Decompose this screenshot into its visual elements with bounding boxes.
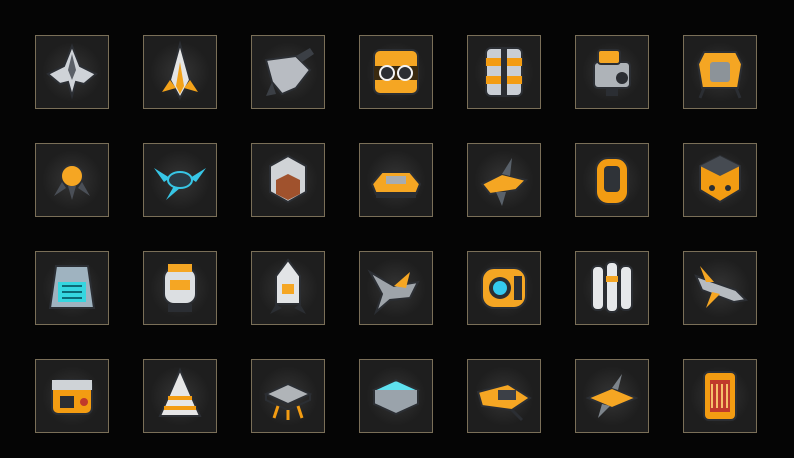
white-orange-interceptor-icon xyxy=(150,40,210,102)
inventory-slot[interactable] xyxy=(683,35,757,109)
orange-transport-ship-icon xyxy=(474,366,534,426)
orange-generator-icon xyxy=(42,366,102,426)
cyan-reactor-icon xyxy=(42,258,102,318)
inventory-slot[interactable] xyxy=(35,359,109,433)
inventory-slot[interactable] xyxy=(467,359,541,433)
inventory-slot[interactable] xyxy=(359,35,433,109)
inventory-slot[interactable] xyxy=(359,143,433,217)
white-pyramid-bunker-icon xyxy=(150,366,210,426)
orange-small-drone-icon xyxy=(42,150,102,210)
cyan-hologram-pad-icon xyxy=(366,366,426,426)
inventory-slot[interactable] xyxy=(251,35,325,109)
gray-platform-icon xyxy=(258,366,318,426)
inventory-slot[interactable] xyxy=(35,251,109,325)
inventory-slot[interactable] xyxy=(143,143,217,217)
gray-orange-missile-icon xyxy=(690,258,750,318)
inventory-slot[interactable] xyxy=(575,359,649,433)
inventory-slot[interactable] xyxy=(683,251,757,325)
inventory-slot[interactable] xyxy=(467,251,541,325)
inventory-slot[interactable] xyxy=(35,35,109,109)
inventory-slot[interactable] xyxy=(575,143,649,217)
inventory-slot[interactable] xyxy=(143,251,217,325)
orange-capsule-icon xyxy=(582,150,642,210)
orange-cube-drone-icon xyxy=(366,42,426,102)
orange-fighter-icon xyxy=(474,150,534,210)
inventory-slot[interactable] xyxy=(683,359,757,433)
inventory-slot[interactable] xyxy=(575,251,649,325)
white-rocket-icon xyxy=(258,258,318,318)
white-armored-robot-icon xyxy=(150,258,210,318)
inventory-slot[interactable] xyxy=(251,143,325,217)
inventory-slot[interactable] xyxy=(251,359,325,433)
gray-starfighter-icon xyxy=(42,42,102,102)
orange-cyan-pod-icon xyxy=(474,258,534,318)
inventory-slot[interactable] xyxy=(35,143,109,217)
gray-turret-module-icon xyxy=(582,42,642,102)
inventory-grid xyxy=(35,35,757,433)
inventory-slot[interactable] xyxy=(143,359,217,433)
gray-orange-fighter-icon xyxy=(366,258,426,318)
cyan-jet-drone-icon xyxy=(150,150,210,210)
white-triple-canister-icon xyxy=(582,258,642,318)
orange-box-module-icon xyxy=(690,150,750,210)
orange-cargo-pod-icon xyxy=(690,42,750,102)
inventory-slot[interactable] xyxy=(467,143,541,217)
gray-hex-container-icon xyxy=(258,150,318,210)
gray-gunship-icon xyxy=(258,42,318,102)
inventory-slot[interactable] xyxy=(467,35,541,109)
orange-fuel-cell-icon xyxy=(690,366,750,426)
orange-gray-fighter-icon xyxy=(582,366,642,426)
orange-armored-crate-icon xyxy=(474,42,534,102)
inventory-slot[interactable] xyxy=(143,35,217,109)
inventory-slot[interactable] xyxy=(359,359,433,433)
inventory-slot[interactable] xyxy=(683,143,757,217)
orange-armored-vehicle-icon xyxy=(366,150,426,210)
inventory-slot[interactable] xyxy=(359,251,433,325)
inventory-slot[interactable] xyxy=(251,251,325,325)
inventory-slot[interactable] xyxy=(575,35,649,109)
